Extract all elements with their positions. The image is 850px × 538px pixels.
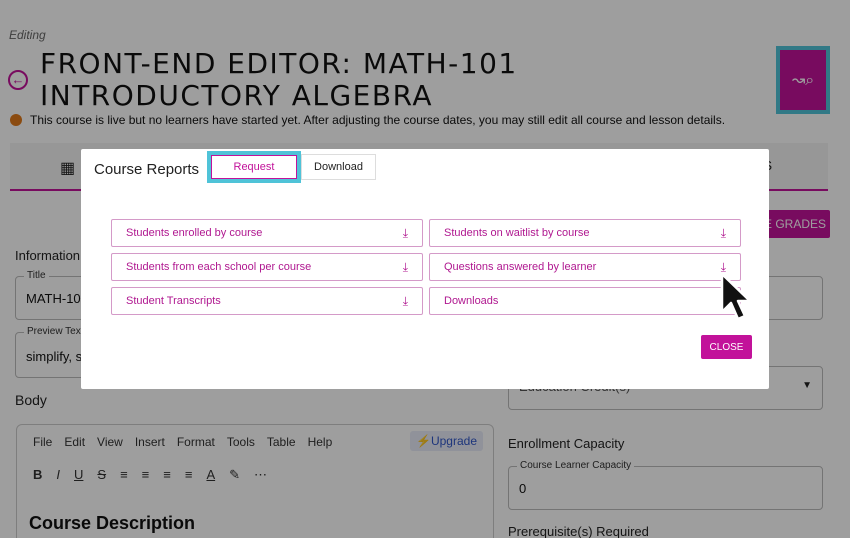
report-students-waitlist[interactable]: Students on waitlist by course ⤓ (429, 219, 741, 247)
tab-download[interactable]: Download (301, 154, 376, 180)
report-students-enrolled[interactable]: Students enrolled by course ⤓ (111, 219, 423, 247)
download-icon: ⤓ (402, 259, 408, 274)
report-label: Student Transcripts (126, 295, 221, 307)
report-students-school[interactable]: Students from each school per course ⤓ (111, 253, 423, 281)
tab-request[interactable]: Request (211, 155, 297, 179)
report-questions-answered[interactable]: Questions answered by learner ⤓ (429, 253, 741, 281)
request-tab-highlight: Request (207, 151, 301, 183)
report-label: Students on waitlist by course (444, 227, 590, 239)
report-label: Students from each school per course (126, 261, 312, 273)
download-icon: ⤓ (402, 225, 408, 240)
report-label: Questions answered by learner (444, 261, 597, 273)
mouse-pointer-icon (720, 272, 752, 321)
report-label: Students enrolled by course (126, 227, 263, 239)
report-student-transcripts[interactable]: Student Transcripts ⤓ (111, 287, 423, 315)
modal-title: Course Reports (94, 161, 200, 178)
report-downloads[interactable]: Downloads ⤓ (429, 287, 741, 315)
report-label: Downloads (444, 295, 499, 307)
course-reports-modal: Course Reports Request Download Students… (81, 149, 769, 389)
close-button[interactable]: CLOSE (701, 335, 752, 359)
download-icon: ⤓ (402, 293, 408, 308)
download-icon: ⤓ (720, 225, 726, 240)
